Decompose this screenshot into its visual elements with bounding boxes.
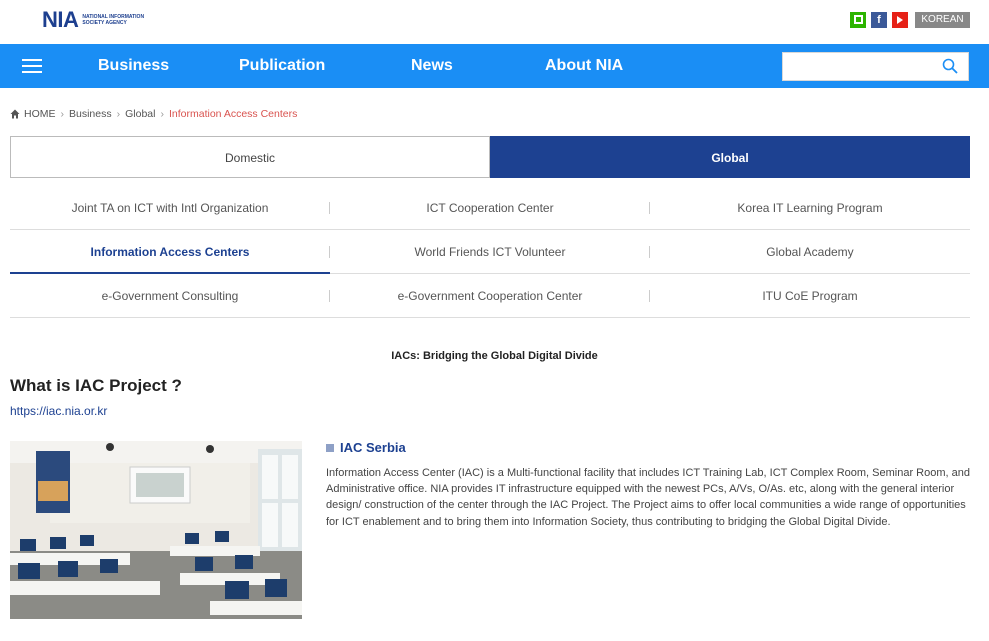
breadcrumb-business[interactable]: Business bbox=[69, 108, 112, 120]
top-bar: NIA NATIONAL INFORMATION SOCIETY AGENCY … bbox=[0, 0, 989, 44]
search-icon[interactable] bbox=[942, 58, 958, 74]
center-title: IACs: Bridging the Global Digital Divide bbox=[391, 350, 598, 362]
nav-item-news[interactable]: News bbox=[411, 44, 453, 88]
korean-language-button[interactable]: KOREAN bbox=[915, 12, 970, 28]
page-heading: What is IAC Project ? bbox=[10, 376, 182, 395]
submenu-row: Joint TA on ICT with Intl Organization I… bbox=[10, 186, 970, 230]
submenu-information-access-centers[interactable]: Information Access Centers bbox=[10, 230, 330, 274]
breadcrumb-home[interactable]: HOME bbox=[24, 108, 56, 120]
iac-serbia-title: IAC Serbia bbox=[326, 440, 406, 455]
tab-global[interactable]: Global bbox=[490, 136, 970, 178]
chevron-right-icon: › bbox=[60, 108, 65, 120]
breadcrumb: HOME › Business › Global › Information A… bbox=[10, 108, 297, 120]
chevron-right-icon: › bbox=[160, 108, 164, 120]
submenu-korea-it-learning[interactable]: Korea IT Learning Program bbox=[650, 186, 970, 230]
iac-serbia-label: IAC Serbia bbox=[340, 440, 406, 455]
logo-mark: NIA bbox=[42, 7, 79, 32]
home-icon bbox=[10, 109, 20, 119]
classroom-photo bbox=[10, 441, 302, 619]
tab-domestic[interactable]: Domestic bbox=[10, 136, 490, 178]
breadcrumb-current: Information Access Centers bbox=[168, 108, 298, 120]
submenu-row: e-Government Consulting e-Government Coo… bbox=[10, 274, 970, 318]
search-input[interactable] bbox=[782, 52, 969, 81]
nav-item-business[interactable]: Business bbox=[98, 44, 169, 88]
submenu-world-friends[interactable]: World Friends ICT Volunteer bbox=[330, 230, 650, 274]
chevron-right-icon: › bbox=[116, 108, 121, 120]
iac-link[interactable]: https://iac.nia.or.kr bbox=[10, 404, 107, 418]
submenu-egov-cooperation-center[interactable]: e-Government Cooperation Center bbox=[330, 274, 650, 318]
submenu-joint-ta[interactable]: Joint TA on ICT with Intl Organization bbox=[10, 186, 330, 230]
submenu-ict-cooperation-center[interactable]: ICT Cooperation Center bbox=[330, 186, 650, 230]
youtube-icon[interactable] bbox=[892, 12, 908, 28]
logo-subtitle: NATIONAL INFORMATION SOCIETY AGENCY bbox=[82, 14, 145, 26]
square-bullet-icon bbox=[326, 443, 334, 452]
nia-logo[interactable]: NIA NATIONAL INFORMATION SOCIETY AGENCY bbox=[42, 9, 154, 31]
submenu-global-academy[interactable]: Global Academy bbox=[650, 230, 970, 274]
submenu-row: Information Access Centers World Friends… bbox=[10, 230, 970, 274]
blog-icon[interactable] bbox=[850, 12, 866, 28]
breadcrumb-global[interactable]: Global bbox=[125, 108, 155, 120]
iac-description: Information Access Center (IAC) is a Mul… bbox=[326, 467, 970, 528]
menu-icon[interactable] bbox=[22, 59, 42, 73]
nav-item-publication[interactable]: Publication bbox=[239, 44, 325, 88]
submenu-itu-coe[interactable]: ITU CoE Program bbox=[650, 274, 970, 318]
facebook-icon[interactable]: f bbox=[871, 12, 887, 28]
submenu-egov-consulting[interactable]: e-Government Consulting bbox=[10, 274, 330, 318]
nav-item-about-nia[interactable]: About NIA bbox=[545, 44, 623, 88]
